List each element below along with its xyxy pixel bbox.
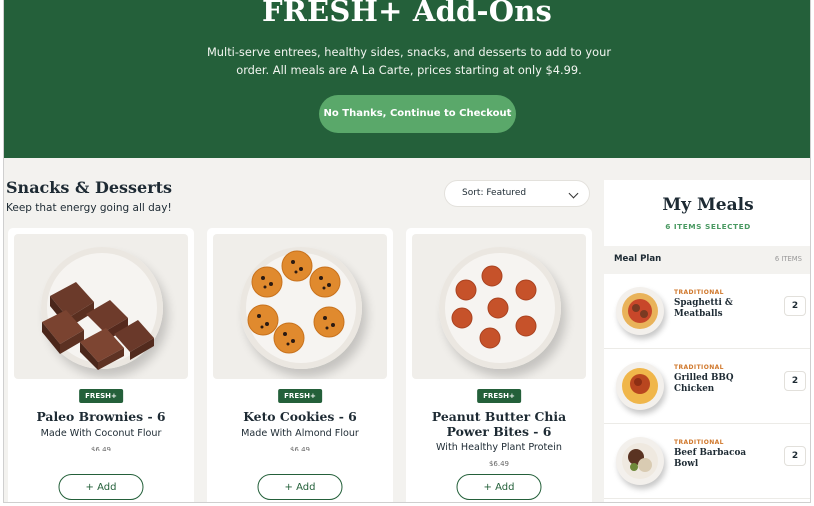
section-subtitle: Keep that energy going all day!: [6, 202, 172, 214]
barbacoa-bowl-icon: [616, 437, 664, 485]
product-subtitle: With Healthy Plant Protein: [436, 442, 562, 453]
meal-item[interactable]: TRADITIONAL Grilled BBQ Chicken 2: [604, 350, 810, 424]
product-image: [412, 234, 586, 379]
product-price: $6.49: [90, 446, 112, 451]
meal-quantity[interactable]: 2: [784, 296, 806, 316]
meal-item[interactable]: TRADITIONAL Spaghetti & Meatballs 2: [604, 275, 810, 349]
meal-name: Spaghetti & Meatballs: [674, 298, 733, 319]
meal-category-tag: TRADITIONAL: [674, 289, 724, 296]
product-image: [14, 234, 188, 379]
meal-name: Beef Barbacoa Bowl: [674, 448, 747, 469]
meal-plan-item-count: 6 ITEMS: [774, 255, 802, 263]
meal-name: Grilled BBQ Chicken: [674, 373, 734, 394]
hero-description: Multi-serve entrees, healthy sides, snac…: [206, 45, 612, 77]
product-price: $6.49: [289, 446, 311, 451]
chevron-down-icon: [568, 188, 579, 199]
meal-category-tag: TRADITIONAL: [674, 439, 724, 446]
sort-label: Sort: Featured: [462, 188, 527, 198]
section-title: Snacks & Desserts: [6, 178, 173, 197]
add-button[interactable]: + Add: [456, 474, 542, 500]
product-price: $6.49: [488, 460, 510, 466]
panel-header: My Meals 6 ITEMS SELECTED: [604, 180, 810, 246]
meal-item[interactable]: TRADITIONAL Beef Barbacoa Bowl 2: [604, 425, 810, 499]
meal-quantity[interactable]: 2: [784, 446, 806, 466]
hero-banner: FRESH+ Add-Ons Multi-serve entrees, heal…: [4, 0, 810, 158]
product-card-brownies[interactable]: FRESH+ Paleo Brownies - 6 Made With Coco…: [8, 228, 194, 502]
meal-plan-label: Meal Plan: [614, 254, 662, 264]
fresh-plus-badge: FRESH+: [278, 389, 322, 403]
my-meals-panel: My Meals 6 ITEMS SELECTED Meal Plan 6 IT…: [604, 180, 810, 502]
product-name: Keto Cookies - 6: [243, 409, 357, 424]
page-frame: FRESH+ Add-Ons Multi-serve entrees, heal…: [3, 0, 811, 503]
power-bites-icon: [451, 265, 537, 349]
items-selected-count: 6 ITEMS SELECTED: [665, 222, 751, 231]
product-subtitle: Made With Almond Flour: [241, 428, 359, 439]
add-button[interactable]: + Add: [58, 474, 144, 500]
meal-plan-row: Meal Plan 6 ITEMS: [604, 246, 810, 274]
add-button[interactable]: + Add: [257, 474, 343, 500]
page-title: FRESH+ Add-Ons: [261, 0, 553, 28]
product-image: [213, 234, 387, 379]
bbq-chicken-icon: [616, 362, 664, 410]
product-card-power-bites[interactable]: FRESH+ Peanut Butter Chia Power Bites - …: [406, 228, 592, 502]
product-card-cookies[interactable]: FRESH+ Keto Cookies - 6 Made With Almond…: [207, 228, 393, 502]
meal-quantity[interactable]: 2: [784, 371, 806, 391]
sort-dropdown[interactable]: Sort: Featured: [444, 180, 590, 207]
cookies-icon: [247, 250, 345, 354]
product-subtitle: Made With Coconut Flour: [40, 428, 162, 439]
fresh-plus-badge: FRESH+: [477, 389, 521, 403]
product-name: Paleo Brownies - 6: [36, 409, 166, 424]
fresh-plus-badge: FRESH+: [79, 389, 123, 403]
meal-category-tag: TRADITIONAL: [674, 364, 724, 371]
spaghetti-icon: [616, 287, 664, 335]
continue-to-checkout-button[interactable]: No Thanks, Continue to Checkout: [319, 95, 516, 133]
panel-title: My Meals: [662, 195, 754, 215]
brownies-icon: [42, 282, 154, 370]
product-name: Peanut Butter Chia Power Bites - 6: [431, 409, 567, 439]
